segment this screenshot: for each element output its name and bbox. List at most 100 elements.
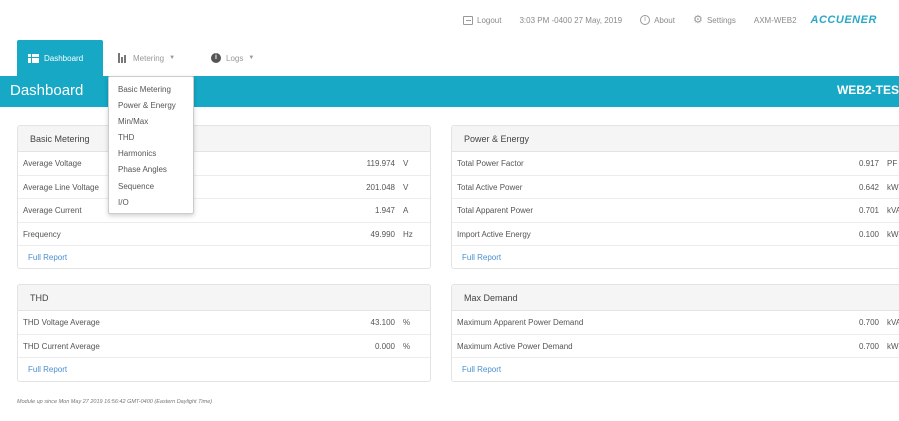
full-report-link[interactable]: Full Report (28, 253, 67, 262)
full-report-link[interactable]: Full Report (28, 365, 67, 374)
row-value: 0.642 (858, 182, 879, 192)
row-value: 49.990 (370, 229, 395, 239)
table-row: Average Current 1.947 A (18, 199, 430, 223)
power-energy-panel: Power & Energy Total Power Factor 0.917 … (451, 125, 899, 269)
row-unit: kW (887, 341, 899, 351)
info-icon: i (211, 53, 221, 63)
panel-title: Power & Energy (452, 126, 899, 152)
row-value: 0.700 (858, 318, 879, 327)
row-value: 0.000 (374, 341, 395, 351)
table-row: Maximum Active Power Demand 0.700 kW (452, 335, 899, 358)
row-value: 201.048 (366, 182, 395, 192)
full-report-link[interactable]: Full Report (462, 253, 501, 262)
panel-footer: Full Report (18, 358, 430, 381)
row-unit: kVA (887, 318, 899, 327)
tab-logs[interactable]: i Logs ▼ (211, 40, 254, 76)
row-unit: % (403, 318, 411, 327)
bar-chart-icon (118, 53, 128, 63)
table-row: THD Current Average 0.000 % (18, 335, 430, 358)
device-name-text: AXM-WEB2 (753, 15, 797, 25)
row-label: Total Power Factor (457, 159, 524, 168)
row-unit: kW (887, 182, 899, 192)
row-unit: PF (887, 159, 898, 168)
row-label: THD Current Average (23, 341, 100, 351)
top-bar: Logout 3:03 PM -0400 27 May, 2019 i Abou… (0, 0, 899, 40)
row-value: 0.100 (858, 229, 879, 239)
menu-item-sequence[interactable]: Sequence (109, 179, 193, 195)
row-unit: Hz (403, 229, 413, 239)
menu-item-basic-metering[interactable]: Basic Metering (109, 82, 193, 98)
brand-logo: ACCUENER (811, 14, 877, 26)
menu-item-io[interactable]: I/O (109, 195, 193, 211)
row-label: Total Apparent Power (457, 206, 534, 215)
settings-label: Settings (706, 15, 736, 25)
info-circle-icon: i (640, 15, 651, 25)
about-label: About (654, 15, 675, 25)
datetime-display: 3:03 PM -0400 27 May, 2019 (519, 16, 622, 25)
gear-icon: ⚙ (692, 14, 703, 26)
max-demand-panel: Max Demand Maximum Apparent Power Demand… (451, 284, 899, 382)
table-icon (28, 53, 39, 63)
row-label: Average Current (23, 206, 82, 215)
logout-icon (463, 15, 473, 25)
row-unit: A (403, 206, 409, 215)
panel-title: Max Demand (452, 285, 899, 311)
top-bar-links: Logout 3:03 PM -0400 27 May, 2019 i Abou… (463, 11, 895, 29)
row-value: 0.917 (858, 159, 879, 168)
datetime-text: 3:03 PM -0400 27 May, 2019 (519, 15, 623, 25)
table-row: Average Voltage 119.974 V (18, 152, 430, 176)
table-row: Average Line Voltage 201.048 V (18, 176, 430, 199)
row-label: Average Voltage (23, 159, 82, 168)
menu-item-thd[interactable]: THD (109, 130, 193, 146)
basic-metering-panel: Basic Metering Average Voltage 119.974 V… (17, 125, 431, 269)
tab-dashboard-label: Dashboard (44, 53, 84, 63)
table-row: Total Active Power 0.642 kW (452, 176, 899, 199)
page-title: Dashboard (10, 82, 84, 99)
settings-button[interactable]: ⚙ Settings (692, 14, 736, 26)
chevron-down-icon: ▼ (169, 55, 176, 61)
row-value: 119.974 (366, 159, 395, 168)
tab-dashboard[interactable]: Dashboard (17, 40, 103, 76)
about-button[interactable]: i About (640, 15, 675, 25)
full-report-link[interactable]: Full Report (462, 365, 501, 374)
row-unit: kVA (887, 206, 899, 215)
row-unit: % (403, 341, 411, 351)
menu-item-phase-angles[interactable]: Phase Angles (109, 162, 193, 178)
panel-title: THD (18, 285, 430, 311)
tab-metering-label: Metering (133, 53, 165, 63)
row-label: Maximum Apparent Power Demand (457, 318, 584, 327)
menu-item-power-energy[interactable]: Power & Energy (109, 98, 193, 114)
panel-footer: Full Report (18, 246, 430, 268)
device-title: WEB2-TES (836, 83, 899, 97)
row-label: Average Line Voltage (23, 182, 99, 192)
row-value: 43.100 (370, 318, 395, 327)
chevron-down-icon: ▼ (248, 55, 255, 61)
panel-footer: Full Report (452, 358, 899, 381)
table-row: Total Apparent Power 0.701 kVA (452, 199, 899, 223)
row-value: 0.701 (858, 206, 879, 215)
tab-metering[interactable]: Metering ▼ (118, 40, 175, 76)
row-label: Total Active Power (457, 182, 523, 192)
row-value: 1.947 (374, 206, 395, 215)
logout-label: Logout (477, 15, 502, 25)
menu-item-min-max[interactable]: Min/Max (109, 114, 193, 130)
panel-title: Basic Metering (18, 126, 430, 152)
row-label: Maximum Active Power Demand (457, 341, 573, 351)
table-row: Total Power Factor 0.917 PF (452, 152, 899, 176)
row-label: Frequency (23, 229, 61, 239)
device-name: AXM-WEB2 (754, 16, 797, 25)
logout-button[interactable]: Logout (463, 15, 502, 25)
row-value: 0.700 (858, 341, 879, 351)
row-unit: V (403, 159, 409, 168)
row-unit: V (403, 182, 409, 192)
thd-panel: THD THD Voltage Average 43.100 % THD Cur… (17, 284, 431, 382)
menu-item-harmonics[interactable]: Harmonics (109, 146, 193, 162)
row-label: Import Active Energy (457, 229, 531, 239)
table-row: THD Voltage Average 43.100 % (18, 311, 430, 335)
main-nav: Dashboard Metering ▼ i Logs ▼ (0, 40, 899, 76)
brand-logo-text: ACCUENER (810, 14, 877, 26)
tab-logs-label: Logs (226, 53, 244, 63)
table-row: Frequency 49.990 Hz (18, 223, 430, 246)
uptime-footnote: Module up since Mon May 27 2019 16:56:42… (17, 399, 213, 405)
row-label: THD Voltage Average (23, 318, 100, 327)
